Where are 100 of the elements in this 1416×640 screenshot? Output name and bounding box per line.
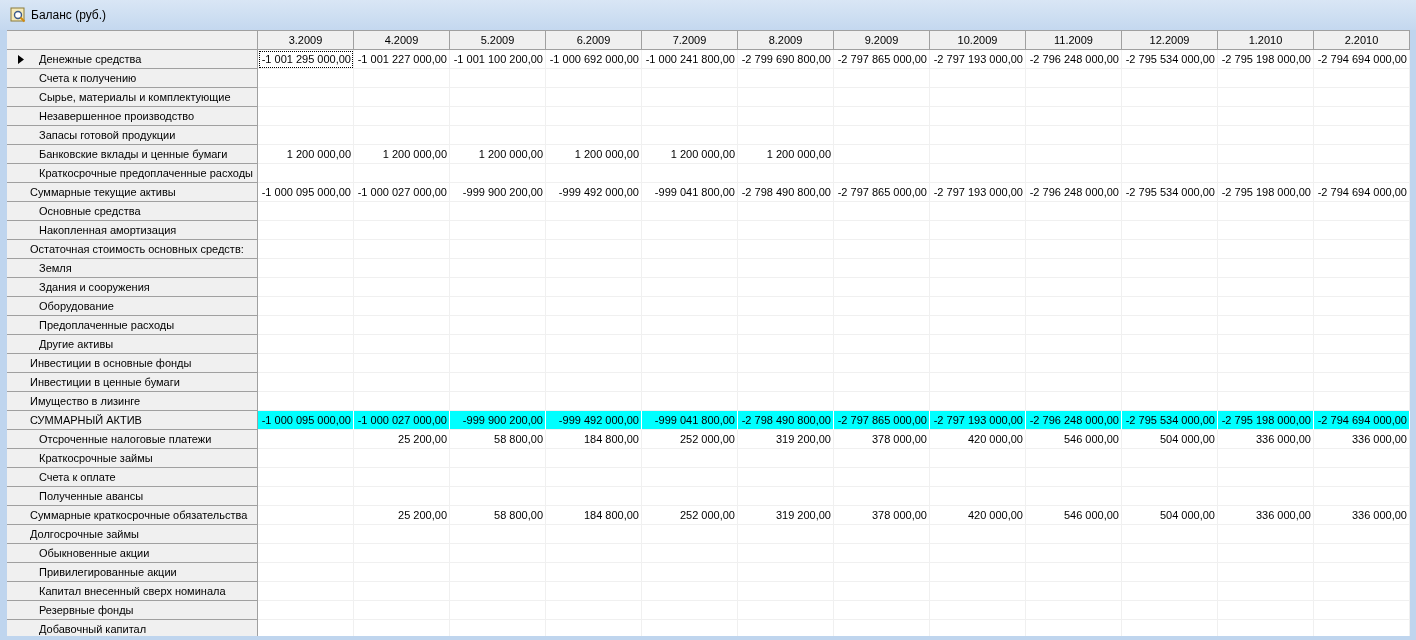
row-header[interactable]: Запасы готовой продукции bbox=[7, 126, 258, 145]
column-header[interactable]: 11.2009 bbox=[1026, 31, 1122, 50]
row-header[interactable]: Оборудование bbox=[7, 297, 258, 316]
row-header[interactable]: Имущество в лизинге bbox=[7, 392, 258, 411]
row-label: Счета к оплате bbox=[39, 470, 116, 485]
row-header[interactable]: Капитал внесенный сверх номинала bbox=[7, 582, 258, 601]
row-header[interactable]: Суммарные текущие активы bbox=[7, 183, 258, 202]
table-cell: -1 001 295 000,00 bbox=[258, 50, 354, 69]
row-header[interactable]: Сырье, материалы и комплектующие bbox=[7, 88, 258, 107]
row-label: Здания и сооружения bbox=[39, 280, 150, 295]
table-cell: -2 797 193 000,00 bbox=[930, 50, 1026, 69]
table-cell: 58 800,00 bbox=[450, 506, 546, 525]
column-header[interactable]: 3.2009 bbox=[258, 31, 354, 50]
table-cell: 25 200,00 bbox=[354, 430, 450, 449]
row-label: Полученные авансы bbox=[39, 489, 144, 504]
row-label: Имущество в лизинге bbox=[30, 394, 141, 409]
row-header[interactable]: Полученные авансы bbox=[7, 487, 258, 506]
table-cell: -2 799 690 800,00 bbox=[738, 50, 834, 69]
column-header[interactable]: 7.2009 bbox=[642, 31, 738, 50]
row-header[interactable]: Денежные средства bbox=[7, 50, 258, 69]
row-label: Запасы готовой продукции bbox=[39, 128, 176, 143]
table-cell: 336 000,00 bbox=[1314, 430, 1410, 449]
row-label: Земля bbox=[39, 261, 72, 276]
row-header[interactable]: Отсроченные налоговые платежи bbox=[7, 430, 258, 449]
row-header[interactable]: Инвестиции в основные фонды bbox=[7, 354, 258, 373]
row-header[interactable]: Краткосрочные предоплаченные расходы bbox=[7, 164, 258, 183]
table-cell: 252 000,00 bbox=[642, 506, 738, 525]
column-header[interactable]: 9.2009 bbox=[834, 31, 930, 50]
table-cell: 184 800,00 bbox=[546, 430, 642, 449]
column-header[interactable]: 10.2009 bbox=[930, 31, 1026, 50]
row-label: Краткосрочные предоплаченные расходы bbox=[39, 166, 253, 181]
row-label: Добавочный капитал bbox=[39, 622, 147, 636]
row-header[interactable]: Счета к получению bbox=[7, 69, 258, 88]
row-header[interactable]: Счета к оплате bbox=[7, 468, 258, 487]
row-header[interactable]: Основные средства bbox=[7, 202, 258, 221]
table-cell: -999 492 000,00 bbox=[546, 183, 642, 202]
row-label: Незавершенное производство bbox=[39, 109, 195, 124]
row-label: Отсроченные налоговые платежи bbox=[39, 432, 212, 447]
row-label: Оборудование bbox=[39, 299, 114, 314]
table-cell: 336 000,00 bbox=[1218, 430, 1314, 449]
row-header[interactable]: Банковские вклады и ценные бумаги bbox=[7, 145, 258, 164]
table-cell: -1 000 095 000,00 bbox=[258, 411, 354, 430]
column-header[interactable]: 5.2009 bbox=[450, 31, 546, 50]
table-cell: -2 795 534 000,00 bbox=[1122, 50, 1218, 69]
table-cell: 319 200,00 bbox=[738, 430, 834, 449]
table-cell: 420 000,00 bbox=[930, 430, 1026, 449]
table-cell: 184 800,00 bbox=[546, 506, 642, 525]
row-label: Инвестиции в ценные бумаги bbox=[30, 375, 180, 390]
row-header[interactable]: Резервные фонды bbox=[7, 601, 258, 620]
row-label: Привилегированные акции bbox=[39, 565, 177, 580]
column-header[interactable]: 1.2010 bbox=[1218, 31, 1314, 50]
row-header[interactable]: Долгосрочные займы bbox=[7, 525, 258, 544]
table-cell: 546 000,00 bbox=[1026, 506, 1122, 525]
column-header[interactable]: 6.2009 bbox=[546, 31, 642, 50]
column-header[interactable]: 8.2009 bbox=[738, 31, 834, 50]
row-label: Сырье, материалы и комплектующие bbox=[39, 90, 231, 105]
row-header[interactable]: СУММАРНЫЙ АКТИВ bbox=[7, 411, 258, 430]
table-cell: -2 797 865 000,00 bbox=[834, 411, 930, 430]
table-cell: 336 000,00 bbox=[1314, 506, 1410, 525]
row-label: Другие активы bbox=[39, 337, 114, 352]
table-cell: 1 200 000,00 bbox=[546, 145, 642, 164]
row-header[interactable]: Предоплаченные расходы bbox=[7, 316, 258, 335]
row-header[interactable]: Здания и сооружения bbox=[7, 278, 258, 297]
table-cell: 58 800,00 bbox=[450, 430, 546, 449]
row-label: Суммарные текущие активы bbox=[30, 185, 176, 200]
row-header[interactable]: Накопленная амортизация bbox=[7, 221, 258, 240]
row-header[interactable]: Инвестиции в ценные бумаги bbox=[7, 373, 258, 392]
row-label: Основные средства bbox=[39, 204, 141, 219]
table-cell: -2 797 865 000,00 bbox=[834, 50, 930, 69]
row-label: Накопленная амортизация bbox=[39, 223, 177, 238]
row-header[interactable]: Земля bbox=[7, 259, 258, 278]
row-header[interactable]: Краткосрочные займы bbox=[7, 449, 258, 468]
row-label: Инвестиции в основные фонды bbox=[30, 356, 192, 371]
table-cell: -2 796 248 000,00 bbox=[1026, 183, 1122, 202]
column-header[interactable]: 12.2009 bbox=[1122, 31, 1218, 50]
column-header[interactable]: 2.2010 bbox=[1314, 31, 1410, 50]
row-header[interactable]: Обыкновенные акции bbox=[7, 544, 258, 563]
row-header[interactable]: Суммарные краткосрочные обязательства bbox=[7, 506, 258, 525]
table-cell: -999 900 200,00 bbox=[450, 183, 546, 202]
table-cell: -1 001 227 000,00 bbox=[354, 50, 450, 69]
table-cell: -2 798 490 800,00 bbox=[738, 183, 834, 202]
table-cell: 504 000,00 bbox=[1122, 430, 1218, 449]
row-header[interactable]: Добавочный капитал bbox=[7, 620, 258, 636]
table-cell: 336 000,00 bbox=[1218, 506, 1314, 525]
table-cell: -2 794 694 000,00 bbox=[1314, 411, 1410, 430]
table-cell: -2 796 248 000,00 bbox=[1026, 411, 1122, 430]
table-cell: 420 000,00 bbox=[930, 506, 1026, 525]
table-cell: 1 200 000,00 bbox=[258, 145, 354, 164]
table-cell: -2 797 193 000,00 bbox=[930, 411, 1026, 430]
column-header[interactable]: 4.2009 bbox=[354, 31, 450, 50]
table-cell: -999 492 000,00 bbox=[546, 411, 642, 430]
table-cell: 1 200 000,00 bbox=[738, 145, 834, 164]
row-header[interactable]: Привилегированные акции bbox=[7, 563, 258, 582]
table-cell: -2 797 193 000,00 bbox=[930, 183, 1026, 202]
row-header[interactable]: Незавершенное производство bbox=[7, 107, 258, 126]
row-label: Предоплаченные расходы bbox=[39, 318, 175, 333]
table-cell: -2 795 534 000,00 bbox=[1122, 183, 1218, 202]
row-header[interactable]: Остаточная стоимость основных средств: bbox=[7, 240, 258, 259]
table-cell: -999 900 200,00 bbox=[450, 411, 546, 430]
row-header[interactable]: Другие активы bbox=[7, 335, 258, 354]
